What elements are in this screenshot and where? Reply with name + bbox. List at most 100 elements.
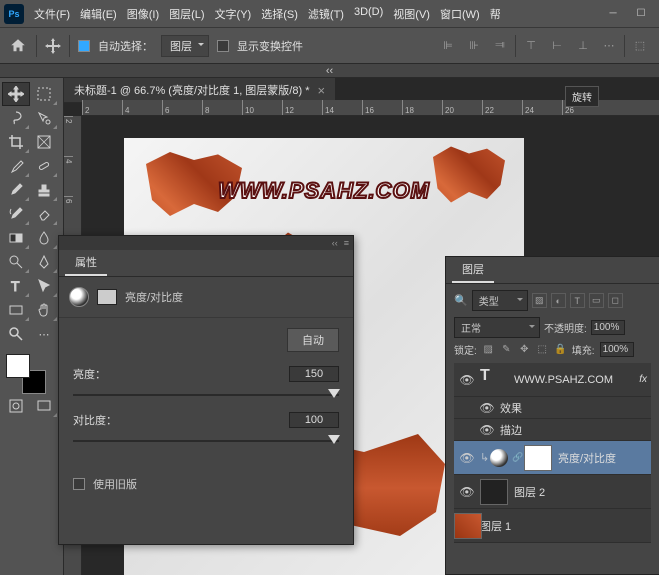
layer-effects[interactable]: 👁 效果 — [454, 397, 651, 419]
collapse-icon[interactable]: ‹‹ — [332, 238, 338, 248]
menu-view[interactable]: 视图(V) — [389, 3, 434, 25]
menu-help[interactable]: 帮 — [486, 3, 505, 25]
slider-thumb[interactable] — [328, 389, 340, 404]
layer-name[interactable]: WWW.PSAHZ.COM — [514, 374, 613, 386]
home-icon[interactable] — [8, 37, 28, 55]
rectangle-tool[interactable] — [2, 298, 30, 322]
filter-adjust-icon[interactable]: ◐ — [551, 293, 566, 308]
crop-tool[interactable] — [2, 130, 30, 154]
stamp-tool[interactable] — [30, 178, 58, 202]
layer-effect-stroke[interactable]: 👁 描边 — [454, 419, 651, 441]
layer-name[interactable]: 图层 2 — [514, 484, 545, 500]
history-brush-tool[interactable] — [2, 202, 30, 226]
layer-text[interactable]: 👁 T WWW.PSAHZ.COM fx — [454, 363, 651, 397]
path-select-tool[interactable] — [30, 274, 58, 298]
layer-name[interactable]: 亮度/对比度 — [558, 450, 616, 466]
menu-select[interactable]: 选择(S) — [257, 3, 302, 25]
close-tab-icon[interactable]: × — [317, 83, 325, 98]
filter-smart-icon[interactable]: ◻ — [608, 293, 623, 308]
menu-layer[interactable]: 图层(L) — [165, 3, 208, 25]
menu-image[interactable]: 图像(I) — [123, 3, 163, 25]
quick-select-tool[interactable] — [30, 106, 58, 130]
align-top-icon[interactable]: ⊤ — [520, 35, 542, 57]
gradient-tool[interactable] — [2, 226, 30, 250]
layer-thumbnail[interactable] — [454, 513, 482, 539]
menu-window[interactable]: 窗口(W) — [436, 3, 484, 25]
quick-mask-tool[interactable] — [2, 394, 30, 418]
maximize-button[interactable]: ☐ — [627, 4, 655, 24]
panel-titlebar[interactable]: ‹‹ ≡ — [59, 236, 353, 250]
more-icon[interactable]: ⋯ — [598, 35, 620, 57]
contrast-value-input[interactable]: 100 — [289, 412, 339, 428]
lock-all-icon[interactable]: 🔒 — [554, 343, 567, 356]
filter-pixel-icon[interactable]: ▨ — [532, 293, 547, 308]
contrast-slider[interactable] — [73, 440, 339, 442]
lock-transparent-icon[interactable]: ▨ — [482, 343, 495, 356]
panel-menu-icon[interactable]: ≡ — [344, 238, 349, 248]
eyedropper-tool[interactable] — [2, 154, 30, 178]
marquee-tool[interactable] — [30, 82, 58, 106]
eraser-tool[interactable] — [30, 202, 58, 226]
filter-type-icon[interactable]: T — [570, 293, 585, 308]
visibility-icon[interactable]: 👁 — [474, 401, 500, 415]
filter-type-dropdown[interactable]: 类型 — [472, 290, 528, 311]
frame-tool[interactable] — [30, 130, 58, 154]
menu-file[interactable]: 文件(F) — [30, 3, 74, 25]
auto-select-checkbox[interactable] — [78, 40, 90, 52]
pen-tool[interactable] — [30, 250, 58, 274]
auto-select-target-dropdown[interactable]: 图层 — [161, 35, 209, 57]
visibility-icon[interactable]: 👁 — [474, 423, 500, 437]
slider-thumb[interactable] — [328, 435, 340, 450]
lock-artboard-icon[interactable]: ⬚ — [536, 343, 549, 356]
fx-badge[interactable]: fx — [639, 374, 647, 385]
type-tool[interactable]: T — [2, 274, 30, 298]
dodge-tool[interactable] — [2, 250, 30, 274]
brush-tool[interactable] — [2, 178, 30, 202]
blend-mode-dropdown[interactable]: 正常 — [454, 317, 540, 338]
foreground-color-swatch[interactable] — [6, 354, 30, 378]
fill-input[interactable]: 100% — [600, 342, 634, 357]
edit-toolbar[interactable]: ⋯ — [30, 322, 58, 346]
menu-3d[interactable]: 3D(D) — [350, 3, 387, 25]
layer-name[interactable]: 图层 1 — [480, 518, 511, 534]
brightness-slider[interactable] — [73, 394, 339, 396]
layer-1[interactable]: 👁 图层 1 — [454, 509, 651, 543]
properties-tab[interactable]: 属性 — [65, 250, 107, 276]
minimize-button[interactable]: ─ — [599, 4, 627, 24]
lock-pixels-icon[interactable]: ✎ — [500, 343, 513, 356]
brightness-value-input[interactable]: 150 — [289, 366, 339, 382]
blur-tool[interactable] — [30, 226, 58, 250]
panel-toggle-bar[interactable]: ‹‹ — [0, 64, 659, 78]
visibility-icon[interactable]: 👁 — [454, 373, 480, 387]
visibility-icon[interactable]: 👁 — [454, 451, 480, 465]
mask-thumbnail[interactable] — [524, 445, 552, 471]
layer-2[interactable]: 👁 图层 2 — [454, 475, 651, 509]
hand-tool[interactable] — [30, 298, 58, 322]
align-left-icon[interactable]: ⊫ — [437, 35, 459, 57]
mask-icon[interactable] — [97, 289, 117, 305]
screen-mode-tool[interactable] — [30, 394, 58, 418]
menu-filter[interactable]: 滤镜(T) — [304, 3, 348, 25]
layer-thumbnail[interactable] — [480, 479, 508, 505]
zoom-tool[interactable] — [2, 322, 30, 346]
layers-tab[interactable]: 图层 — [452, 257, 494, 283]
move-tool[interactable] — [2, 82, 30, 106]
show-transform-checkbox[interactable] — [217, 40, 229, 52]
color-swatches[interactable] — [6, 354, 46, 394]
visibility-icon[interactable]: 👁 — [454, 485, 480, 499]
menu-type[interactable]: 文字(Y) — [211, 3, 256, 25]
filter-shape-icon[interactable]: ▭ — [589, 293, 604, 308]
lock-position-icon[interactable]: ✥ — [518, 343, 531, 356]
align-bottom-icon[interactable]: ⊥ — [572, 35, 594, 57]
link-icon[interactable]: 🔗 — [512, 452, 524, 463]
lasso-tool[interactable] — [2, 106, 30, 130]
align-right-icon[interactable]: ⫥ — [489, 35, 511, 57]
menu-edit[interactable]: 编辑(E) — [76, 3, 121, 25]
align-center-icon[interactable]: ⊪ — [463, 35, 485, 57]
legacy-checkbox[interactable] — [73, 478, 85, 490]
auto-button[interactable]: 自动 — [287, 328, 339, 352]
opacity-input[interactable]: 100% — [591, 320, 625, 335]
3d-mode-icon[interactable]: ⬚ — [629, 35, 651, 57]
align-middle-icon[interactable]: ⊢ — [546, 35, 568, 57]
layer-adjustment[interactable]: 👁 ↳ 🔗 亮度/对比度 — [454, 441, 651, 475]
